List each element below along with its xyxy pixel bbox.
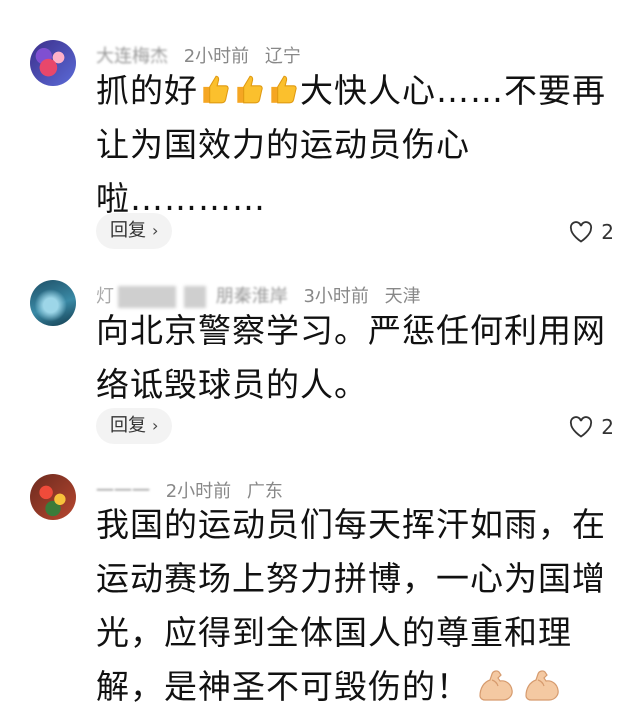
thumbs-up-icon xyxy=(232,68,266,104)
like-button[interactable]: 2 xyxy=(569,415,614,439)
heart-icon xyxy=(570,416,593,438)
comment-text: 向北京警察学习。严惩任何利用网络诋毁球员的人。 xyxy=(96,311,606,404)
comment-text: 我国的运动员们每天挥汗如雨，在运动赛场上努力拼博，一心为国增光，应得到全体国人的… xyxy=(96,498,606,714)
chevron-right-icon: › xyxy=(152,416,159,435)
avatar[interactable] xyxy=(30,474,76,520)
thumbs-up-icon xyxy=(198,68,232,104)
reply-button[interactable]: 回复 › xyxy=(96,408,173,444)
chevron-right-icon: › xyxy=(152,221,159,240)
comment-text: 抓的好 大快人心……不要再让为国效力的运动员伤心啦………… xyxy=(96,64,606,226)
avatar[interactable] xyxy=(30,280,76,326)
reply-label: 回复 xyxy=(110,415,146,436)
like-button[interactable]: 2 xyxy=(569,220,614,244)
reply-label: 回复 xyxy=(110,220,146,241)
like-count: 2 xyxy=(601,220,614,244)
reply-button[interactable]: 回复 › xyxy=(96,213,173,249)
flexed-biceps-icon xyxy=(522,666,562,704)
thumbs-up-icon xyxy=(266,68,300,104)
comment-text-part: 抓的好 xyxy=(96,71,198,110)
heart-icon xyxy=(570,221,593,243)
cutoff-previous-text xyxy=(0,0,640,8)
avatar[interactable] xyxy=(30,40,76,86)
like-count: 2 xyxy=(601,415,614,439)
flexed-biceps-icon xyxy=(476,666,516,704)
